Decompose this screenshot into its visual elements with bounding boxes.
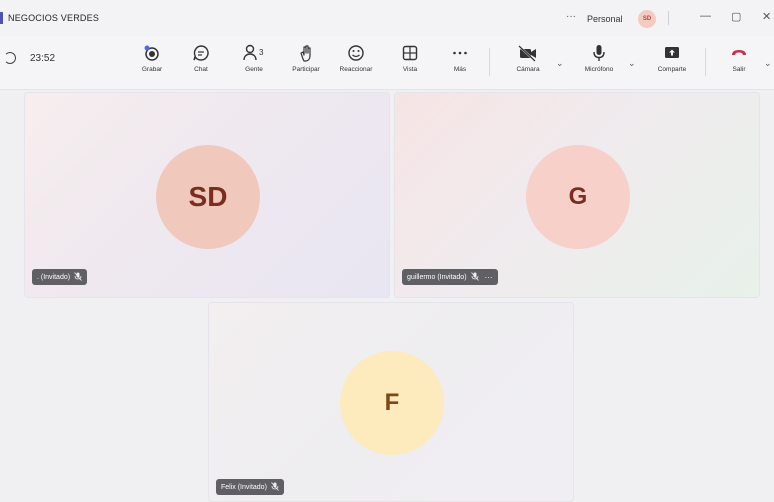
participant-name: guillermo (Invitado) bbox=[407, 273, 467, 281]
participant-name-tag: Felix (Invitado) bbox=[216, 479, 284, 495]
account-label[interactable]: Personal bbox=[587, 14, 623, 24]
participant-avatar: SD bbox=[156, 145, 260, 249]
mic-off-icon bbox=[74, 271, 82, 283]
participant-name: Felix (Invitado) bbox=[221, 483, 267, 491]
minimize-button[interactable]: — bbox=[700, 10, 711, 22]
view-button[interactable]: Vista bbox=[382, 42, 438, 84]
record-icon bbox=[142, 42, 162, 64]
more-icon bbox=[450, 42, 470, 64]
participant-name-tag: guillermo (Invitado) ··· bbox=[402, 269, 498, 285]
elapsed-time: 23:52 bbox=[30, 53, 56, 64]
video-stage: SD . (Invitado) G guillermo (Invitado) ·… bbox=[0, 90, 774, 502]
close-button[interactable]: ✕ bbox=[762, 10, 771, 23]
raise-hand-icon bbox=[296, 42, 316, 64]
microphone-options-chevron-icon[interactable]: ⌄ bbox=[628, 58, 636, 69]
participant-avatar: G bbox=[526, 145, 630, 249]
participant-name: . (Invitado) bbox=[37, 273, 71, 281]
maximize-button[interactable]: ▢ bbox=[731, 10, 741, 23]
people-button[interactable]: 3 Gente bbox=[226, 42, 282, 84]
microphone-icon bbox=[589, 42, 609, 64]
participant-tile[interactable]: F Felix (Invitado) bbox=[208, 302, 574, 502]
record-button[interactable]: Grabar bbox=[124, 42, 180, 84]
participant-avatar: F bbox=[340, 351, 444, 455]
smiley-icon bbox=[346, 42, 366, 64]
grid-view-icon bbox=[400, 42, 420, 64]
leave-options-chevron-icon[interactable]: ⌄ bbox=[764, 58, 772, 69]
chat-icon bbox=[191, 42, 211, 64]
title-divider bbox=[668, 11, 669, 25]
react-button[interactable]: Reaccionar bbox=[328, 42, 384, 84]
toolbar-divider bbox=[489, 48, 490, 76]
toolbar-divider bbox=[705, 48, 706, 76]
participant-more-button[interactable]: ··· bbox=[485, 273, 493, 282]
more-button[interactable]: Más bbox=[432, 42, 488, 84]
people-count: 3 bbox=[259, 48, 264, 57]
title-bar: NEGOCIOS VERDES ··· Personal SD — ▢ ✕ bbox=[0, 0, 774, 36]
mic-off-icon bbox=[470, 271, 479, 283]
participant-tile[interactable]: G guillermo (Invitado) ··· bbox=[394, 92, 760, 298]
share-screen-icon bbox=[662, 42, 682, 64]
camera-options-chevron-icon[interactable]: ⌄ bbox=[556, 58, 564, 69]
more-options-button[interactable]: ··· bbox=[566, 11, 576, 22]
microphone-button[interactable]: Micrófono bbox=[571, 42, 627, 84]
participant-tile[interactable]: SD . (Invitado) bbox=[24, 92, 390, 298]
raise-hand-button[interactable]: Participar bbox=[278, 42, 334, 84]
timer-icon bbox=[4, 52, 16, 64]
chat-button[interactable]: Chat bbox=[173, 42, 229, 84]
people-icon: 3 bbox=[241, 42, 267, 64]
camera-button[interactable]: Cámara bbox=[500, 42, 556, 84]
meeting-toolbar: 23:52 Grabar Chat 3 Gente Participar Rea… bbox=[0, 36, 774, 90]
mic-off-icon bbox=[271, 481, 279, 493]
account-avatar[interactable]: SD bbox=[638, 10, 656, 28]
meeting-title: NEGOCIOS VERDES bbox=[8, 13, 100, 23]
leave-button[interactable]: Salir bbox=[711, 42, 767, 84]
hang-up-icon bbox=[729, 42, 749, 64]
app-accent-strip bbox=[0, 12, 3, 24]
participant-name-tag: . (Invitado) bbox=[32, 269, 88, 285]
share-button[interactable]: Comparte bbox=[644, 42, 700, 84]
camera-off-icon bbox=[517, 42, 539, 64]
